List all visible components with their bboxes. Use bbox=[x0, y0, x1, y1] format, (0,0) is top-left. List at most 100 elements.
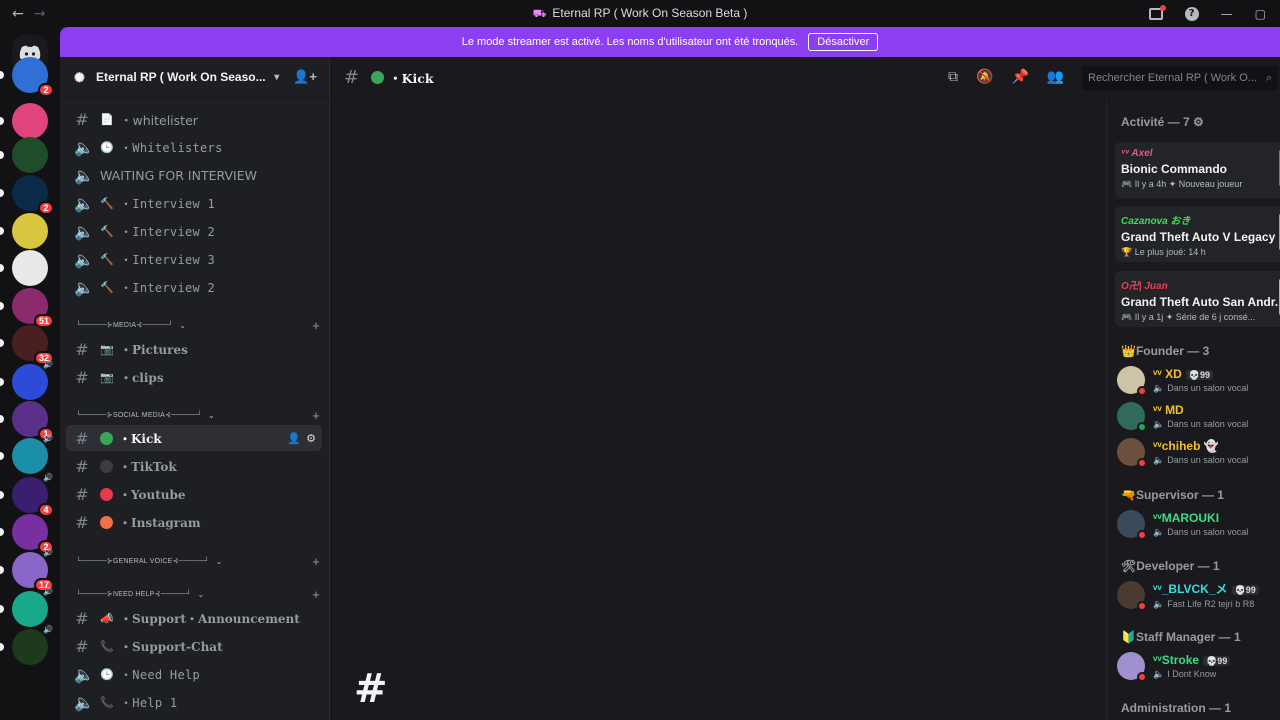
invite-people-icon[interactable]: 👤+ bbox=[293, 69, 317, 85]
pin-icon[interactable]: 📌 bbox=[1011, 69, 1028, 85]
server-icon[interactable] bbox=[12, 213, 48, 249]
voice-channel[interactable]: 🔈 WAITING FOR INTERVIEW bbox=[66, 162, 322, 188]
member-status: 🔈 Dans un salon vocal bbox=[1153, 455, 1248, 466]
member-name: ᵛᵛStroke 💀99 bbox=[1153, 653, 1231, 667]
server-icon[interactable]: 🔊 bbox=[12, 434, 53, 474]
create-channel-icon[interactable]: + bbox=[312, 318, 320, 333]
channel-label: ・Kick bbox=[119, 431, 162, 446]
channel-category[interactable]: └─────⊱GENERAL VOICE⊰─────┘ ⌄ + bbox=[76, 553, 320, 569]
server-tag-badge: 💀99 bbox=[1231, 585, 1259, 595]
voice-channel[interactable]: 🔈 🔨 ・Interview 2 bbox=[66, 218, 322, 244]
member-row[interactable]: ᵛᵛ_BLVCK_メ 💀99 🔈 Fast Life R2 tejri b R8 bbox=[1117, 577, 1280, 613]
create-channel-icon[interactable]: + bbox=[312, 587, 320, 602]
server-icon[interactable]: 2 bbox=[12, 57, 54, 97]
channel-emoji-icon: 📣 bbox=[100, 611, 114, 625]
disable-streamer-button[interactable]: Désactiver bbox=[808, 33, 879, 51]
streamer-mode-banner: Le mode streamer est activé. Les noms d'… bbox=[60, 27, 1280, 57]
member-row[interactable]: ᵛᵛ MD 🔈 Dans un salon vocal bbox=[1117, 398, 1280, 434]
server-icon[interactable]: 1 bbox=[12, 401, 54, 441]
server-header[interactable]: ✺ Eternal RP ( Work On Seaso... ▾ 👤+ bbox=[60, 57, 329, 98]
streamer-mode-text: Le mode streamer est activé. Les noms d'… bbox=[461, 36, 799, 48]
member-list-icon[interactable]: 👥 bbox=[1047, 69, 1064, 85]
server-icon[interactable]: 🔊 bbox=[12, 625, 53, 665]
member-row[interactable]: ᵛᵛchiheb 👻 🔈 Dans un salon vocal bbox=[1117, 434, 1280, 470]
channel-emoji-icon: 📞 bbox=[100, 695, 114, 709]
text-channel[interactable]: # 📷 ・clips bbox=[66, 364, 322, 390]
member-row[interactable]: ᵛᵛMAROUKI 🔈 Dans un salon vocal bbox=[1117, 506, 1280, 542]
server-icon[interactable]: 2 bbox=[12, 514, 54, 554]
category-label: └─────⊱SOCIAL MEDIA⊰─────┘ bbox=[76, 412, 202, 419]
window-title-text: Eternal RP ( Work On Season Beta ) bbox=[552, 5, 748, 20]
mute-notifications-icon[interactable]: 🔕 bbox=[976, 69, 993, 85]
invite-icon[interactable]: 👤 bbox=[287, 432, 301, 445]
create-channel-icon[interactable]: + bbox=[312, 408, 320, 423]
voice-channel[interactable]: 🔈 🔨 ・Interview 1 bbox=[66, 190, 322, 216]
maximize-button[interactable]: ▢ bbox=[1255, 7, 1266, 21]
help-icon[interactable]: ? bbox=[1184, 6, 1199, 21]
search-icon: ⌕ bbox=[1265, 71, 1272, 84]
unread-pill bbox=[0, 378, 4, 386]
channel-label: ・Support・Announcement bbox=[120, 611, 300, 626]
voice-activity-icon: 🔈 bbox=[1153, 599, 1165, 609]
server-icon[interactable]: 17 🔊 bbox=[12, 548, 54, 592]
server-icon[interactable]: 51 bbox=[12, 288, 54, 328]
member-row[interactable]: ᵛᵛStroke 💀99 🔈 I Dont Know bbox=[1117, 648, 1280, 684]
voice-channel[interactable]: 🔈 📞 ・Help 1 bbox=[66, 689, 322, 715]
inbox-icon[interactable] bbox=[1148, 4, 1166, 20]
create-channel-icon[interactable]: + bbox=[312, 554, 320, 569]
activity-card[interactable]: ᵛᵛ Axel Bionic Commando 🎮 Il y a 4h ✦ Nouv… bbox=[1115, 142, 1280, 198]
channel-label: ・Instagram bbox=[119, 515, 201, 530]
chat-area: # bbox=[330, 98, 1106, 720]
member-row[interactable]: ᵛᵛ XD 💀99 🔈 Dans un salon vocal bbox=[1117, 362, 1280, 398]
hash-icon: # bbox=[75, 339, 89, 359]
channel-emoji-dot bbox=[371, 70, 385, 84]
channel-emoji-dot bbox=[100, 431, 113, 445]
text-channel[interactable]: # ・Youtube bbox=[66, 481, 322, 507]
server-icon[interactable]: 🔊 bbox=[12, 360, 53, 400]
member-info: ᵛᵛMAROUKI 🔈 Dans un salon vocal bbox=[1153, 511, 1248, 538]
channel-label: ・whitelister bbox=[120, 112, 198, 128]
threads-icon[interactable]: ⧉ bbox=[948, 69, 958, 85]
member-status-text: Fast Life R2 tejri b R8 bbox=[1167, 599, 1255, 609]
voice-channel[interactable]: 🔈 🕒 ・Need Help bbox=[66, 661, 322, 687]
text-channel[interactable]: # ・Kick 👤 ⚙ bbox=[66, 425, 322, 451]
server-icon[interactable]: 🔊 bbox=[12, 587, 53, 627]
channel-category[interactable]: └─────⊱SOCIAL MEDIA⊰─────┘ ⌄ + bbox=[76, 407, 320, 423]
text-channel[interactable]: # ・TikTok bbox=[66, 453, 322, 479]
text-channel[interactable]: # 📣 ・Support・Announcement bbox=[66, 605, 322, 631]
hash-icon: # bbox=[75, 456, 89, 476]
avatar bbox=[1117, 652, 1147, 682]
member-info: ᵛᵛ XD 💀99 🔈 Dans un salon vocal bbox=[1153, 367, 1248, 394]
channel-category[interactable]: └─────⊱NEED HELP⊰─────┘ ⌄ + bbox=[76, 586, 320, 602]
voice-speaker-icon: 🔊 bbox=[43, 360, 53, 369]
voice-speaker-icon: 🔊 bbox=[43, 587, 53, 596]
activity-username: ᵛᵛ Axel bbox=[1121, 148, 1153, 159]
text-channel[interactable]: # 📷 ・Pictures bbox=[66, 336, 322, 362]
activity-card[interactable]: O卍| Juan Grand Theft Auto San Andr... 🎮 Il… bbox=[1115, 271, 1280, 327]
activity-card[interactable]: Cazanova おき Grand Theft Auto V Legacy 🏆 Le… bbox=[1115, 206, 1280, 262]
voice-channel[interactable]: 🔈 🔨 ・Interview 3 bbox=[66, 246, 322, 272]
server-icon[interactable]: 32 bbox=[12, 325, 54, 365]
window-title: ⛟ Eternal RP ( Work On Season Beta ) bbox=[0, 6, 1280, 22]
server-icon[interactable]: 4 🔊 bbox=[12, 473, 54, 517]
server-icon[interactable] bbox=[12, 103, 48, 139]
gear-icon[interactable]: ⚙ bbox=[306, 432, 316, 445]
text-channel[interactable]: # ・Instagram bbox=[66, 509, 322, 535]
text-channel[interactable]: # 📞 ・Support-Chat bbox=[66, 633, 322, 659]
server-icon[interactable] bbox=[12, 137, 48, 173]
member-name-text: ᵛᵛMAROUKI bbox=[1153, 510, 1220, 525]
member-status: 🔈 Dans un salon vocal bbox=[1153, 419, 1248, 430]
channel-category[interactable]: └─────⊱MEDIA⊰─────┘ ⌄ + bbox=[76, 317, 320, 333]
unread-pill bbox=[0, 528, 4, 536]
unread-pill bbox=[0, 227, 4, 235]
server-icon[interactable]: 2 bbox=[12, 175, 54, 215]
activity-game-title: Bionic Commando bbox=[1121, 162, 1228, 176]
voice-channel[interactable]: 🔈 🔨 ・Interview 2 bbox=[66, 274, 322, 300]
search-input[interactable]: Rechercher Eternal RP ( Work O... ⌕ bbox=[1082, 66, 1278, 90]
minimize-button[interactable]: — bbox=[1221, 7, 1233, 21]
member-status: 🔈 I Dont Know bbox=[1153, 669, 1230, 680]
role-header: 🔫Supervisor — 1 bbox=[1121, 488, 1224, 502]
server-icon[interactable] bbox=[12, 250, 48, 286]
text-channel[interactable]: # 📄 ・whitelister bbox=[66, 106, 322, 132]
voice-channel[interactable]: 🔈 🕒 ・Whitelisters bbox=[66, 134, 322, 160]
